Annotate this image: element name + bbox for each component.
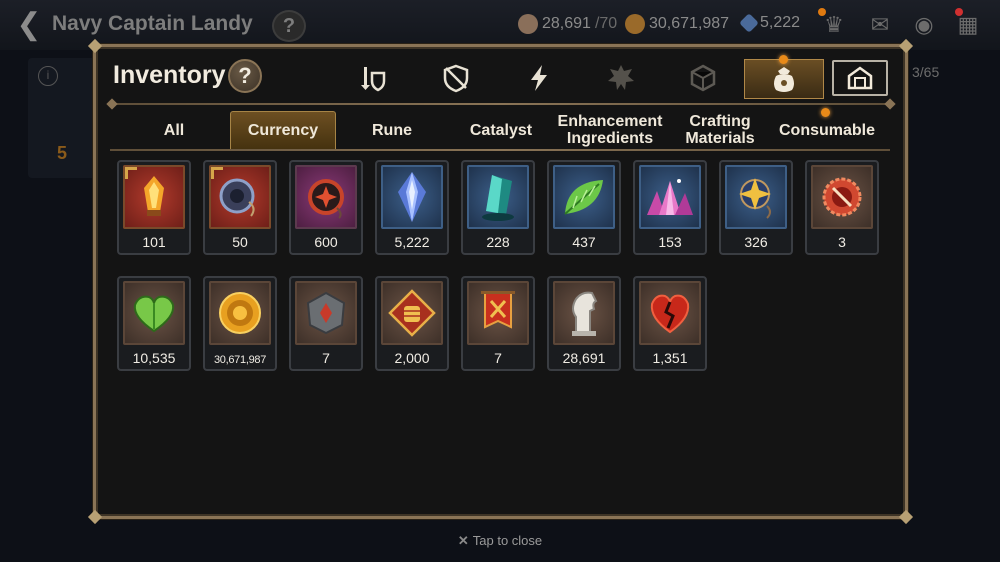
teal-crystal-icon	[482, 175, 514, 221]
background-number: 5	[57, 143, 68, 163]
inventory-modal: Inventory ? All Currency Rune Catalyst E…	[87, 38, 914, 525]
inventory-item[interactable]: 228	[461, 160, 535, 255]
inventory-item[interactable]: 7	[289, 276, 363, 371]
chat-icon[interactable]: ◉	[908, 10, 940, 40]
tap-to-close-hint[interactable]: ✕ Tap to close	[0, 533, 1000, 549]
header-divider	[110, 103, 890, 105]
modal-title: Inventory	[113, 61, 226, 89]
divider-ornament	[884, 98, 896, 110]
tab-crafting-materials[interactable]: Crafting Materials	[674, 111, 766, 149]
item-quantity: 30,671,987	[213, 354, 267, 366]
menu-notification-dot	[955, 8, 963, 16]
help-button[interactable]: ?	[228, 59, 262, 93]
item-quantity: 10,535	[132, 350, 176, 366]
new-item-dot	[779, 55, 788, 64]
inventory-item[interactable]: 5,222	[375, 160, 449, 255]
gold-value: 30,671,987	[649, 15, 730, 32]
item-quantity: 50	[232, 234, 248, 250]
inventory-item[interactable]: 326	[719, 160, 793, 255]
gold-sun-coin-icon	[219, 292, 261, 334]
tab-all[interactable]: All	[121, 111, 227, 149]
tab-currency[interactable]: Currency	[230, 111, 336, 149]
broken-heart-emblem-icon	[650, 294, 690, 334]
crystal-resource: 5,222	[739, 13, 801, 33]
frame-corner	[87, 509, 103, 525]
item-quantity: 101	[142, 234, 166, 250]
horse-head-icon	[572, 291, 598, 336]
inventory-item[interactable]: 2,000	[375, 276, 449, 371]
item-quantity: 7	[494, 350, 502, 366]
close-hint-label: Tap to close	[472, 533, 543, 548]
tab-enhancement-ingredients[interactable]: Enhancement Ingredients	[552, 111, 668, 149]
mail-icon[interactable]: ✉	[864, 10, 896, 40]
back-arrow-icon[interactable]: ❮	[14, 10, 44, 40]
green-heart-icon	[133, 295, 175, 333]
gold-coin-icon	[625, 14, 645, 34]
inventory-item[interactable]: 7	[461, 276, 535, 371]
currency-bag-icon[interactable]	[744, 59, 824, 99]
armor-shield-icon[interactable]	[437, 61, 475, 95]
crystal-value: 5,222	[760, 14, 801, 31]
stamina-icon	[518, 14, 538, 34]
close-icon: ✕	[457, 533, 469, 548]
inventory-item[interactable]: 28,691	[547, 276, 621, 371]
inventory-item[interactable]: 101	[117, 160, 191, 255]
item-quantity: 5,222	[394, 234, 430, 250]
item-quantity: 228	[486, 234, 510, 250]
item-quantity: 7	[322, 350, 330, 366]
pink-crystal-cluster-icon	[647, 179, 693, 215]
flame-crystal-icon	[144, 176, 164, 216]
item-quantity: 2,000	[394, 350, 430, 366]
item-quantity: 600	[314, 234, 338, 250]
tab-divider	[110, 149, 890, 151]
inventory-item[interactable]: 50	[203, 160, 277, 255]
inventory-item[interactable]: 1,351	[633, 276, 707, 371]
stone-emblem-icon	[306, 291, 346, 335]
stamina-value: 28,691	[542, 15, 591, 32]
stamina-max: /70	[594, 15, 618, 32]
new-item-dot	[821, 108, 830, 117]
item-quantity: 326	[744, 234, 768, 250]
tab-rune[interactable]: Rune	[339, 111, 445, 149]
item-quantity: 437	[572, 234, 596, 250]
gold-resource: 30,671,987	[625, 14, 729, 34]
storage-house-icon[interactable]	[832, 60, 888, 96]
forbidden-seal-icon	[822, 177, 862, 217]
item-grid: 101 50 600 5,222 228 437 153 326 3 10,53…	[117, 160, 897, 371]
item-quantity: 3	[838, 234, 846, 250]
inventory-item[interactable]: 30,671,987	[203, 276, 277, 371]
stamina-resource: 28,691/70	[518, 14, 617, 34]
weapon-equipment-icon[interactable]	[354, 61, 392, 95]
crystal-icon	[739, 13, 759, 33]
war-banner-icon	[481, 291, 515, 329]
page-title: Navy Captain Landy	[52, 12, 253, 35]
item-quantity: 153	[658, 234, 682, 250]
bond-token-icon	[219, 178, 255, 217]
green-leaf-icon	[564, 180, 603, 215]
fist-emblem-icon	[388, 289, 436, 337]
inventory-item[interactable]: 600	[289, 160, 363, 255]
tab-catalyst[interactable]: Catalyst	[448, 111, 554, 149]
rune-icon[interactable]	[602, 61, 640, 95]
artifact-lightning-icon[interactable]	[520, 61, 558, 95]
star-amulet-icon	[739, 178, 771, 219]
inventory-item[interactable]: 3	[805, 160, 879, 255]
inventory-item[interactable]: 10,535	[117, 276, 191, 371]
inventory-item[interactable]: 437	[547, 160, 621, 255]
info-icon: i	[38, 66, 58, 86]
frame-corner	[898, 509, 914, 525]
item-quantity: 28,691	[562, 350, 606, 366]
divider-ornament	[106, 98, 118, 110]
help-button[interactable]: ?	[272, 10, 306, 42]
inventory-count: 3/65	[912, 64, 940, 80]
blue-crystal-gem-icon	[398, 172, 426, 222]
cube-material-icon[interactable]	[684, 61, 722, 95]
item-quantity: 1,351	[652, 350, 688, 366]
red-medal-icon	[308, 179, 344, 219]
notification-dot	[818, 8, 826, 16]
inventory-item[interactable]: 153	[633, 160, 707, 255]
